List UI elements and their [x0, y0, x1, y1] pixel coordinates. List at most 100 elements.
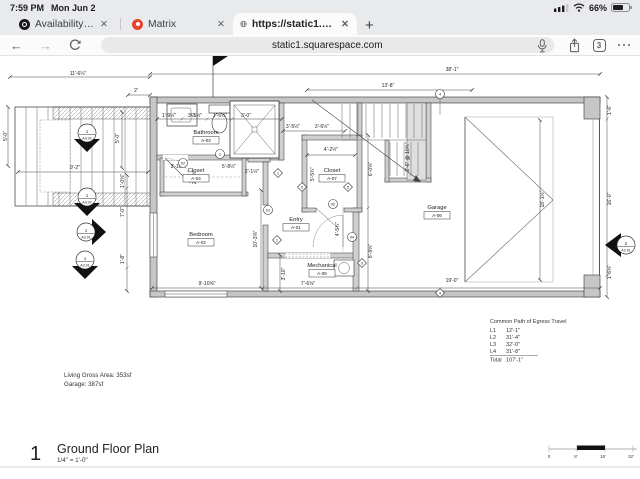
svg-text:1'-8": 1'-8"	[120, 254, 126, 264]
close-tab-icon[interactable]: ✕	[340, 19, 350, 30]
tab-strip: Availability Content — … ✕ Matrix ✕ http…	[0, 13, 640, 35]
svg-text:3'-0": 3'-0"	[241, 113, 251, 119]
svg-text:16': 16'	[600, 454, 606, 459]
svg-text:Living Gross Area: 353sf: Living Gross Area: 353sf	[64, 372, 132, 379]
svg-text:Total: Total	[490, 358, 502, 364]
svg-text:2'-6" @ 10¾": 2'-6" @ 10¾"	[405, 142, 411, 172]
svg-text:Bathroom: Bathroom	[193, 130, 218, 136]
svg-text:A2.01: A2.01	[621, 249, 630, 253]
svg-text:19'-0": 19'-0"	[446, 278, 459, 284]
page-content: 11'-6¼" 2' 38'-1" 13'-8" 9'-2" 5'-0" 5'-…	[0, 56, 640, 479]
status-time: 7:59 PM	[10, 3, 44, 13]
battery-percent: 66%	[589, 3, 607, 13]
svg-text:7'-0": 7'-0"	[120, 207, 126, 217]
svg-text:A-02: A-02	[196, 240, 206, 245]
svg-text:3'-6½": 3'-6½"	[315, 123, 329, 130]
title-block: 1 Ground Floor Plan 1/4" = 1'-0"	[0, 442, 640, 467]
garage-door-opening	[593, 119, 600, 275]
svg-text:32'-0": 32'-0"	[506, 342, 520, 348]
svg-text:5'-0": 5'-0"	[3, 131, 9, 141]
section-cut-flag	[213, 56, 228, 97]
tab-squarespace-active[interactable]: https://static1.squares… ✕	[233, 13, 357, 35]
svg-text:12'-1": 12'-1"	[506, 328, 520, 334]
svg-text:13'-8": 13'-8"	[382, 83, 395, 89]
svg-text:1/4" = 1'-0": 1/4" = 1'-0"	[57, 457, 88, 464]
svg-text:7'-6⅝": 7'-6⅝"	[301, 281, 315, 287]
svg-text:5'-8½": 5'-8½"	[222, 163, 236, 170]
svg-text:A-04: A-04	[191, 176, 201, 181]
area-notes: Living Gross Area: 353sf Garage: 387sf	[64, 372, 132, 388]
svg-text:16'-0": 16'-0"	[607, 192, 613, 205]
svg-text:A3.02: A3.02	[82, 201, 91, 205]
svg-text:Closet: Closet	[188, 168, 205, 174]
scale-bar: 0 8' 16' 32'	[548, 445, 637, 459]
svg-text:A-07: A-07	[327, 176, 337, 181]
svg-text:L2: L2	[490, 335, 496, 341]
mic-icon[interactable]	[537, 39, 547, 53]
matrix-favicon-icon	[132, 19, 143, 30]
address-bar[interactable]: static1.squarespace.com	[101, 37, 554, 53]
svg-text:1'-0⅝": 1'-0⅝"	[120, 174, 126, 188]
tab-availability-content[interactable]: Availability Content — … ✕	[12, 13, 116, 35]
bathroom-fixtures	[167, 101, 279, 158]
close-tab-icon[interactable]: ✕	[99, 19, 109, 30]
status-bar: 7:59 PM Mon Jun 2 66%	[0, 0, 640, 13]
svg-text:2': 2'	[134, 88, 138, 94]
svg-text:3'-10": 3'-10"	[281, 267, 287, 280]
svg-text:32': 32'	[628, 454, 634, 459]
back-button[interactable]: ←	[10, 39, 23, 52]
svg-text:107'-1": 107'-1"	[506, 358, 523, 364]
door-header-dashed	[285, 253, 330, 258]
svg-text:Garage: Garage	[427, 205, 446, 211]
new-tab-button[interactable]: +	[365, 18, 374, 33]
svg-text:A3.02: A3.02	[82, 137, 91, 141]
svg-text:L4: L4	[490, 349, 496, 355]
svg-text:Entry: Entry	[289, 217, 303, 223]
menu-icon[interactable]	[618, 44, 631, 47]
svg-text:01: 01	[266, 208, 271, 213]
svg-text:02: 02	[181, 161, 186, 166]
forward-button[interactable]: →	[39, 39, 52, 52]
svg-text:31'-8": 31'-8"	[506, 349, 520, 355]
svg-text:0: 0	[548, 454, 551, 459]
svg-text:Closet: Closet	[324, 168, 341, 174]
svg-text:6'-0⅝": 6'-0⅝"	[368, 162, 374, 176]
tab-label: Matrix	[148, 19, 211, 30]
svg-text:A3.01: A3.01	[81, 236, 90, 240]
battery-icon	[611, 3, 630, 12]
svg-text:A3.01: A3.01	[80, 264, 89, 268]
svg-text:Common Path of Egress Travel: Common Path of Egress Travel	[490, 319, 566, 325]
availability-favicon-icon	[19, 19, 30, 30]
tab-matrix[interactable]: Matrix ✕	[125, 13, 233, 35]
svg-text:5'-5¾": 5'-5¾"	[310, 167, 316, 181]
svg-text:L3: L3	[490, 342, 496, 348]
wifi-icon	[573, 3, 585, 12]
reload-button[interactable]	[68, 39, 81, 52]
svg-text:10'-3⅝": 10'-3⅝"	[253, 230, 259, 247]
svg-text:Bedroom: Bedroom	[189, 232, 213, 238]
svg-text:A-01: A-01	[291, 225, 301, 230]
svg-text:1'-6⅝": 1'-6⅝"	[607, 265, 613, 279]
mechanical-equipment	[334, 260, 354, 276]
close-tab-icon[interactable]: ✕	[216, 19, 226, 30]
svg-text:1: 1	[30, 443, 41, 465]
floor-plan-drawing: 11'-6¼" 2' 38'-1" 13'-8" 9'-2" 5'-0" 5'-…	[0, 56, 640, 479]
svg-text:4'-5¾": 4'-5¾"	[335, 222, 341, 236]
svg-text:9'-2": 9'-2"	[70, 165, 80, 171]
tab-count-button[interactable]: 3	[593, 39, 606, 52]
navigation-toolbar: ← → static1.squarespace.com 3	[0, 35, 640, 56]
tab-label: Availability Content — …	[35, 19, 94, 30]
svg-text:8'-9⅝": 8'-9⅝"	[368, 244, 374, 258]
svg-text:A-05: A-05	[317, 271, 327, 276]
svg-text:4'-2½": 4'-2½"	[324, 146, 338, 153]
browser-window: 7:59 PM Mon Jun 2 66% Availability Conte…	[0, 0, 640, 479]
svg-text:2'-1½": 2'-1½"	[245, 168, 259, 175]
cellular-signal-icon	[554, 3, 569, 12]
share-icon[interactable]	[568, 38, 581, 53]
svg-text:Garage: 387sf: Garage: 387sf	[64, 381, 103, 388]
svg-text:02: 02	[331, 202, 336, 207]
svg-text:8': 8'	[574, 454, 578, 459]
svg-text:3'-5½": 3'-5½"	[188, 112, 202, 119]
url-text: static1.squarespace.com	[272, 40, 383, 51]
svg-text:18'-1½": 18'-1½"	[539, 190, 546, 207]
